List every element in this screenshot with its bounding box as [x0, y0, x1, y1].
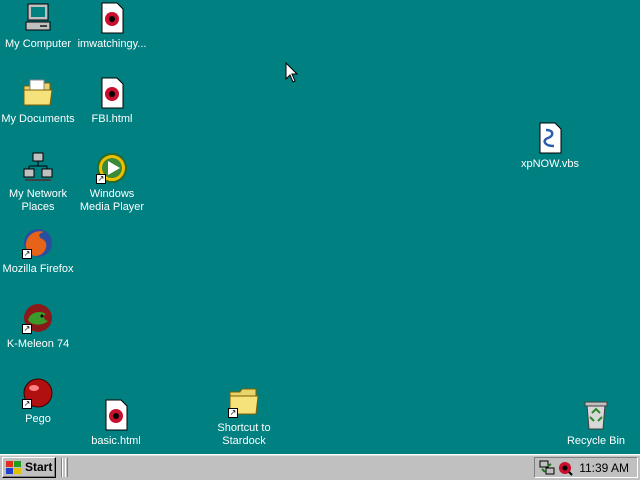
k-meleon-icon: ↗ — [22, 302, 54, 334]
icon-label: imwatchingy... — [77, 38, 147, 50]
icon-label: Recycle Bin — [566, 435, 626, 447]
computer-icon — [22, 2, 54, 34]
desktop-icon-pego[interactable]: ↗ Pego — [0, 377, 76, 426]
icon-label: FBI.html — [91, 113, 133, 125]
start-label: Start — [25, 460, 53, 474]
icon-label: Pego — [25, 413, 51, 425]
taskbar-clock[interactable]: 11:39 AM — [579, 461, 629, 475]
script-file-icon — [534, 122, 566, 154]
folder-icon: ↗ — [228, 386, 260, 418]
desktop-icon-fbi-html[interactable]: FBI.html — [74, 77, 150, 126]
network-tray-icon[interactable] — [539, 460, 555, 476]
desktop-icon-my-network-places[interactable]: My Network Places — [0, 152, 76, 214]
taskbar-grip[interactable] — [65, 458, 68, 477]
icon-label: xpNOW.vbs — [520, 158, 580, 170]
icon-label: Windows Media Player — [79, 188, 145, 213]
icon-label: K-Meleon 74 — [6, 338, 70, 350]
taskbar: Start 11:39 AM — [0, 454, 640, 480]
icon-label: Mozilla Firefox — [2, 263, 74, 275]
desktop-icon-k-meleon[interactable]: ↗ K-Meleon 74 — [0, 302, 76, 351]
media-player-icon: ↗ — [96, 152, 128, 184]
shortcut-arrow-icon: ↗ — [22, 324, 32, 334]
taskbar-divider — [61, 458, 63, 477]
html-document-icon — [96, 2, 128, 34]
media-tray-icon[interactable] — [557, 460, 573, 476]
desktop-icon-shortcut-to-stardock[interactable]: ↗ Shortcut to Stardock — [206, 386, 282, 448]
shortcut-arrow-icon: ↗ — [228, 408, 238, 418]
icon-label: basic.html — [91, 435, 141, 447]
desktop-icon-windows-media-player[interactable]: ↗ Windows Media Player — [74, 152, 150, 214]
shortcut-arrow-icon: ↗ — [22, 399, 32, 409]
html-document-icon — [96, 77, 128, 109]
network-icon — [22, 152, 54, 184]
recycle-bin-icon — [580, 399, 612, 431]
shortcut-arrow-icon: ↗ — [22, 249, 32, 259]
mouse-cursor-icon — [285, 62, 299, 83]
desktop[interactable]: My Computer imwatchingy... My Documents — [0, 0, 640, 454]
desktop-icon-imwatching[interactable]: imwatchingy... — [74, 2, 150, 51]
shortcut-arrow-icon: ↗ — [96, 174, 106, 184]
firefox-icon: ↗ — [22, 227, 54, 259]
desktop-icon-my-documents[interactable]: My Documents — [0, 77, 76, 126]
desktop-icon-my-computer[interactable]: My Computer — [0, 2, 76, 51]
icon-label: My Network Places — [8, 188, 68, 213]
html-document-icon — [100, 399, 132, 431]
icon-label: My Documents — [1, 113, 75, 125]
desktop-icon-mozilla-firefox[interactable]: ↗ Mozilla Firefox — [0, 227, 76, 276]
windows-flag-icon — [6, 461, 21, 474]
icon-label: My Computer — [4, 38, 72, 50]
desktop-icon-xpnow-vbs[interactable]: xpNOW.vbs — [512, 122, 588, 171]
desktop-icon-recycle-bin[interactable]: Recycle Bin — [558, 399, 634, 448]
desktop-icon-basic-html[interactable]: basic.html — [78, 399, 154, 448]
folder-icon — [22, 77, 54, 109]
start-button[interactable]: Start — [2, 457, 56, 478]
icon-label: Shortcut to Stardock — [217, 422, 271, 447]
pego-icon: ↗ — [22, 377, 54, 409]
system-tray: 11:39 AM — [534, 457, 638, 478]
